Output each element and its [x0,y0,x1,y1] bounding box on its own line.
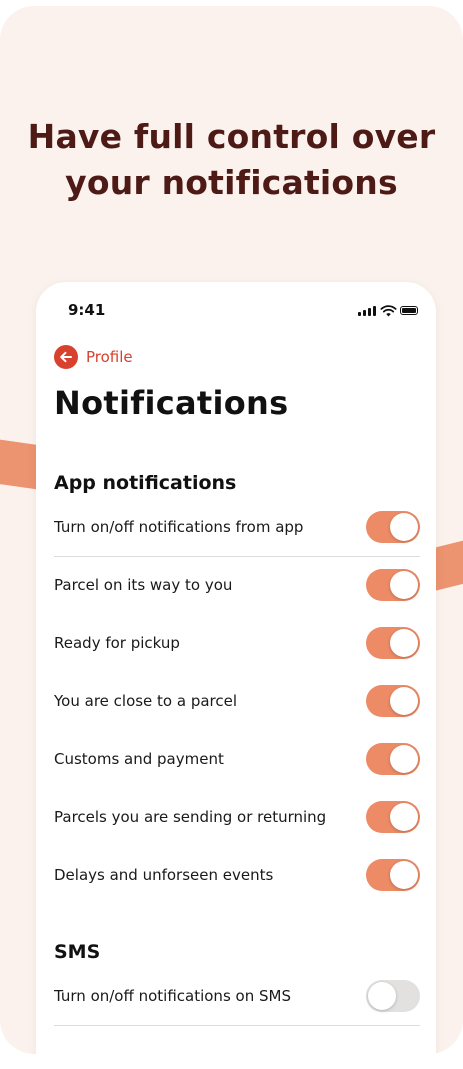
toggle-row-customs-payment: Customs and payment [54,730,420,788]
customs-payment-toggle[interactable] [366,743,420,775]
toggle-row-parcel-on-way: Parcel on its way to you [54,556,420,614]
section-heading-app: App notifications [54,472,237,494]
row-label: You are close to a parcel [54,692,238,710]
row-label: Parcel on its way to you [54,576,233,594]
section-heading-sms: SMS [54,941,101,963]
promo-frame: Have full control over your notification… [0,6,463,1054]
back-label: Profile [86,348,133,366]
row-label: Parcels you are sending or returning [54,808,327,826]
promo-headline: Have full control over your notification… [0,114,463,206]
row-label: Turn on/off notifications from app [54,518,304,536]
row-label: Turn on/off notifications on SMS [54,987,291,1005]
delays-toggle[interactable] [366,859,420,891]
phone-screen: 9:41 Profile Notifications App notificat… [36,282,436,1054]
toggle-row-sms-master: Turn on/off notifications on SMS [54,967,420,1025]
status-time: 9:41 [68,301,106,319]
divider [54,1025,420,1026]
parcel-on-way-toggle[interactable] [366,569,420,601]
page-title: Notifications [54,384,289,422]
sending-returning-toggle[interactable] [366,801,420,833]
headline-line-1: Have full control over [27,117,436,156]
toggle-row-sending-returning: Parcels you are sending or returning [54,788,420,846]
row-label: Customs and payment [54,750,224,768]
back-button[interactable]: Profile [54,344,133,370]
app-notifications-toggle[interactable] [366,511,420,543]
wifi-icon [380,305,397,317]
ready-for-pickup-toggle[interactable] [366,627,420,659]
toggle-row-ready-for-pickup: Ready for pickup [54,614,420,672]
toggle-row-delays: Delays and unforseen events [54,846,420,904]
signal-icon [358,304,378,318]
row-label: Delays and unforseen events [54,866,274,884]
toggle-row-app-master: Turn on/off notifications from app [54,498,420,556]
status-icons [358,304,418,318]
battery-icon [400,306,418,315]
sms-notifications-toggle[interactable] [366,980,420,1012]
headline-line-2: your notifications [65,163,398,202]
row-label: Ready for pickup [54,634,180,652]
toggle-row-close-to-parcel: You are close to a parcel [54,672,420,730]
close-to-parcel-toggle[interactable] [366,685,420,717]
arrow-left-icon [54,345,78,369]
